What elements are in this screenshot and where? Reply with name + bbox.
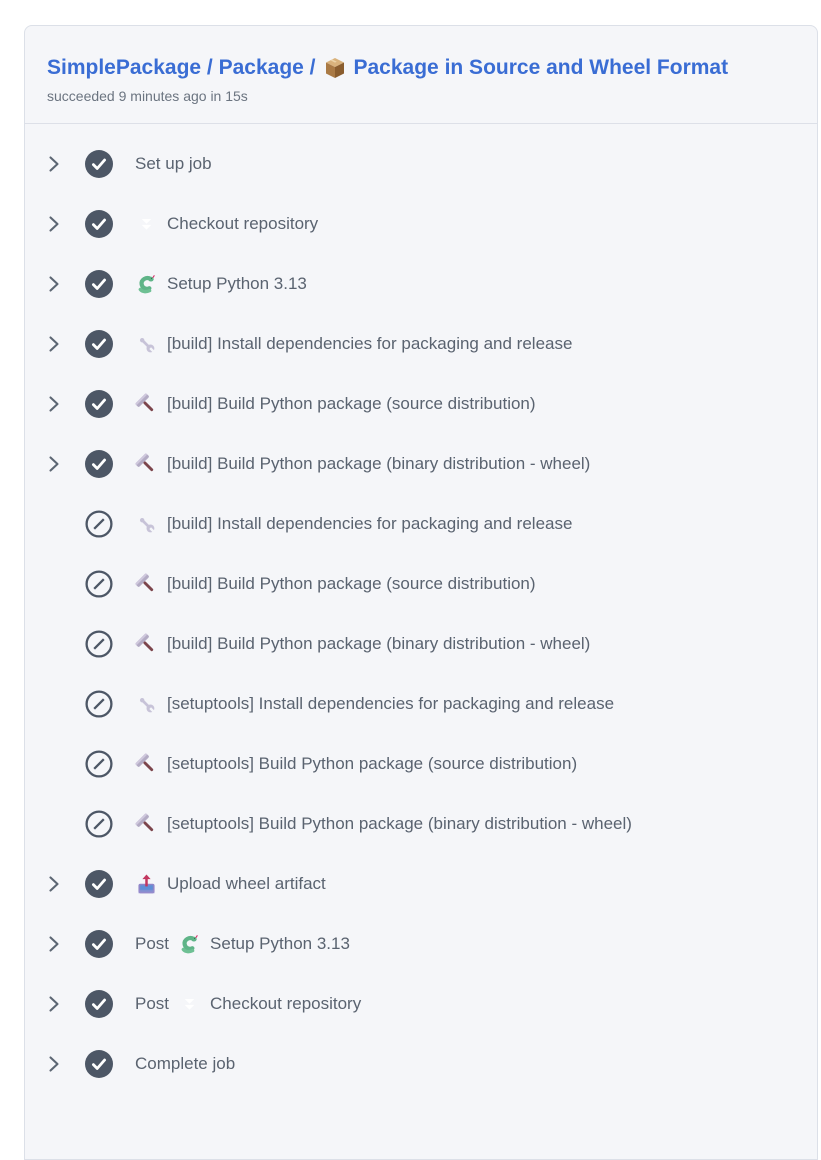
step-prefix: Post xyxy=(135,934,169,954)
hammer-icon xyxy=(135,393,158,416)
success-check-icon xyxy=(85,150,113,178)
job-title: SimplePackage / Package / Package in Sou… xyxy=(47,55,795,81)
step-icon-slot xyxy=(135,753,158,776)
expand-chevron-icon[interactable] xyxy=(46,335,61,353)
step-icon-slot xyxy=(135,213,158,236)
step-row: [setuptools] Install dependencies for pa… xyxy=(25,674,817,734)
breadcrumb[interactable]: SimplePackage / Package / xyxy=(47,55,316,81)
upload-icon xyxy=(135,873,158,896)
step-label: Setup Python 3.13 xyxy=(167,274,307,294)
package-icon xyxy=(323,56,347,80)
expand-chevron-icon[interactable] xyxy=(46,215,61,233)
step-label: [build] Build Python package (binary dis… xyxy=(167,634,590,654)
success-check-icon xyxy=(85,870,113,898)
step-label: [build] Install dependencies for packagi… xyxy=(167,514,572,534)
download-icon xyxy=(178,993,201,1016)
success-check-icon xyxy=(85,330,113,358)
step-icon-slot xyxy=(135,573,158,596)
step-icon-slot xyxy=(178,993,201,1016)
step-label: [setuptools] Build Python package (binar… xyxy=(167,814,632,834)
step-row: [setuptools] Build Python package (sourc… xyxy=(25,734,817,794)
step-icon-slot xyxy=(178,933,201,956)
step-row[interactable]: Post Setup Python 3.13 xyxy=(25,914,817,974)
step-row[interactable]: Complete job xyxy=(25,1034,817,1094)
snake-icon xyxy=(135,273,158,296)
step-label: [build] Build Python package (binary dis… xyxy=(167,454,590,474)
snake-icon xyxy=(178,933,201,956)
success-check-icon xyxy=(85,270,113,298)
hammer-icon xyxy=(135,813,158,836)
job-run-card: SimplePackage / Package / Package in Sou… xyxy=(24,25,818,1160)
step-row: [build] Build Python package (source dis… xyxy=(25,554,817,614)
skipped-icon xyxy=(85,810,113,838)
step-label: Set up job xyxy=(135,154,212,174)
step-label: [build] Install dependencies for packagi… xyxy=(167,334,572,354)
step-prefix: Post xyxy=(135,994,169,1014)
step-icon-slot xyxy=(135,453,158,476)
success-check-icon xyxy=(85,930,113,958)
step-icon-slot xyxy=(135,513,158,536)
step-row[interactable]: Setup Python 3.13 xyxy=(25,254,817,314)
step-label: [setuptools] Install dependencies for pa… xyxy=(167,694,614,714)
step-label: Checkout repository xyxy=(167,214,318,234)
step-row[interactable]: Post Checkout repository xyxy=(25,974,817,1034)
skipped-icon xyxy=(85,750,113,778)
expand-chevron-icon[interactable] xyxy=(46,875,61,893)
step-label: [build] Build Python package (source dis… xyxy=(167,574,536,594)
step-row: [build] Build Python package (binary dis… xyxy=(25,614,817,674)
skipped-icon xyxy=(85,570,113,598)
step-icon-slot xyxy=(135,873,158,896)
step-row[interactable]: Set up job xyxy=(25,134,817,194)
step-icon-slot xyxy=(135,813,158,836)
expand-chevron-icon[interactable] xyxy=(46,395,61,413)
success-check-icon xyxy=(85,990,113,1018)
step-label: Upload wheel artifact xyxy=(167,874,326,894)
success-check-icon xyxy=(85,450,113,478)
skipped-icon xyxy=(85,630,113,658)
step-icon-slot xyxy=(135,333,158,356)
step-row[interactable]: Upload wheel artifact xyxy=(25,854,817,914)
step-icon-slot xyxy=(135,693,158,716)
step-label: Complete job xyxy=(135,1054,235,1074)
step-label: Checkout repository xyxy=(210,994,361,1014)
steps-list: Set up job xyxy=(25,124,817,1094)
wrench-icon xyxy=(135,513,158,536)
hammer-icon xyxy=(135,753,158,776)
job-status-line: succeeded 9 minutes ago in 15s xyxy=(47,88,795,104)
skipped-icon xyxy=(85,690,113,718)
step-row[interactable]: Checkout repository xyxy=(25,194,817,254)
expand-chevron-icon[interactable] xyxy=(46,995,61,1013)
expand-chevron-icon[interactable] xyxy=(46,275,61,293)
wrench-icon xyxy=(135,693,158,716)
success-check-icon xyxy=(85,390,113,418)
hammer-icon xyxy=(135,453,158,476)
step-row: [setuptools] Build Python package (binar… xyxy=(25,794,817,854)
expand-chevron-icon[interactable] xyxy=(46,935,61,953)
step-row[interactable]: [build] Install dependencies for packagi… xyxy=(25,314,817,374)
expand-chevron-icon[interactable] xyxy=(46,155,61,173)
expand-chevron-icon[interactable] xyxy=(46,1055,61,1073)
step-row[interactable]: [build] Build Python package (binary dis… xyxy=(25,434,817,494)
step-label: [build] Build Python package (source dis… xyxy=(167,394,536,414)
wrench-icon xyxy=(135,333,158,356)
step-icon-slot xyxy=(135,633,158,656)
step-icon-slot xyxy=(135,393,158,416)
job-header: SimplePackage / Package / Package in Sou… xyxy=(25,26,817,124)
download-icon xyxy=(135,213,158,236)
success-check-icon xyxy=(85,210,113,238)
run-title[interactable]: Package in Source and Wheel Format xyxy=(354,55,729,81)
step-icon-slot xyxy=(135,273,158,296)
step-row[interactable]: [build] Build Python package (source dis… xyxy=(25,374,817,434)
step-row: [build] Install dependencies for packagi… xyxy=(25,494,817,554)
step-label: Setup Python 3.13 xyxy=(210,934,350,954)
skipped-icon xyxy=(85,510,113,538)
hammer-icon xyxy=(135,573,158,596)
expand-chevron-icon[interactable] xyxy=(46,455,61,473)
hammer-icon xyxy=(135,633,158,656)
success-check-icon xyxy=(85,1050,113,1078)
step-label: [setuptools] Build Python package (sourc… xyxy=(167,754,577,774)
